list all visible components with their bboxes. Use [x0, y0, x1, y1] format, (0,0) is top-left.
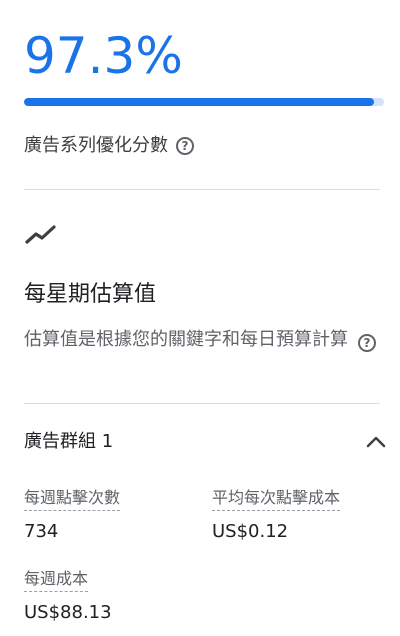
- metric-label[interactable]: 每週成本: [24, 568, 89, 592]
- optimization-score-value: 97.3%: [24, 27, 183, 85]
- weekly-estimates-description-text: 估算值是根據您的關鍵字和每日預算計算: [24, 329, 348, 350]
- metric-avg-cpc: 平均每次點擊成本 US$0.12: [212, 487, 341, 545]
- trending-up-icon: [25, 225, 56, 244]
- weekly-estimates-title: 每星期估算值: [24, 282, 157, 307]
- optimization-score-label: 廣告系列優化分數: [24, 135, 168, 156]
- help-circle-icon[interactable]: ?: [176, 137, 194, 155]
- metric-weekly-clicks: 每週點擊次數 734: [24, 487, 121, 545]
- metric-value: US$88.13: [24, 602, 112, 623]
- weekly-estimates-description: 估算值是根據您的關鍵字和每日預算計算?: [24, 326, 384, 354]
- campaign-score-panel: 97.3% 廣告系列優化分數 ? 每星期估算值 估算值是根據您的關鍵字和每日預算…: [0, 0, 400, 636]
- metric-weekly-cost: 每週成本 US$88.13: [24, 568, 112, 626]
- ad-group-title: 廣告群組 1: [24, 431, 114, 452]
- metric-label[interactable]: 每週點擊次數: [24, 487, 121, 511]
- ad-group-header[interactable]: 廣告群組 1: [24, 428, 388, 456]
- chevron-up-icon[interactable]: [364, 430, 388, 454]
- optimization-score-progress-bar: [24, 98, 384, 106]
- optimization-score-label-row: 廣告系列優化分數 ?: [24, 133, 194, 159]
- divider: [24, 189, 380, 190]
- metric-value: US$0.12: [212, 521, 289, 542]
- divider: [24, 403, 380, 404]
- metric-value: 734: [24, 521, 59, 542]
- metric-label[interactable]: 平均每次點擊成本: [212, 487, 341, 511]
- help-circle-icon[interactable]: ?: [358, 334, 376, 352]
- progress-bar-fill: [24, 98, 375, 106]
